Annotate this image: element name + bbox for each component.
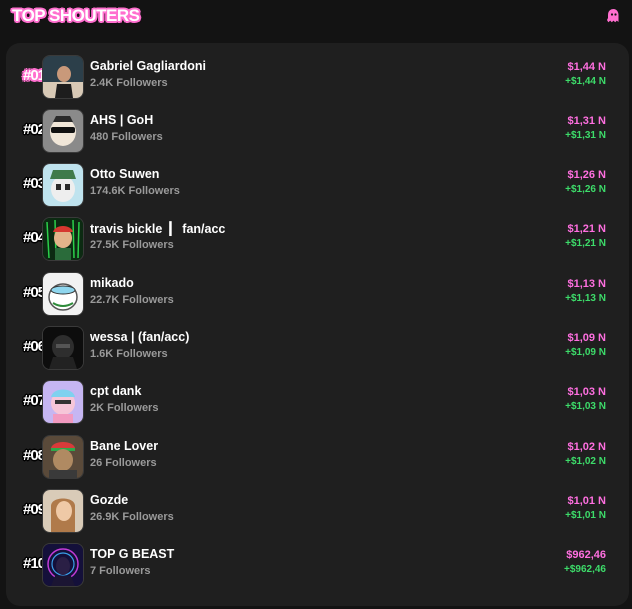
amount-value: $1,26 N [567, 169, 606, 181]
avatar[interactable] [42, 380, 84, 424]
amount-value: $1,13 N [567, 278, 606, 290]
amount-change: +$1,02 N [565, 456, 606, 467]
follower-count: 27.5K Followers [90, 239, 174, 251]
amount-change: +$1,01 N [565, 510, 606, 521]
amount-change: +$1,09 N [565, 347, 606, 358]
amount-value: $962,46 [566, 549, 606, 561]
amount-value: $1,01 N [567, 495, 606, 507]
leaderboard-row[interactable]: #05 mikado 22.7K Followers $1,13 N +$1,1… [6, 267, 629, 321]
follower-count: 2K Followers [90, 402, 159, 414]
page-title: TOP SHOUTERS [12, 6, 140, 25]
user-name[interactable]: cpt dank [90, 384, 141, 398]
user-name[interactable]: Bane Lover [90, 439, 158, 453]
header: TOP SHOUTERS [0, 0, 632, 38]
amount-value: $1,03 N [567, 386, 606, 398]
leaderboard-panel: #01 Gabriel Gagliardoni 2.4K Followers $… [6, 43, 629, 606]
avatar[interactable] [42, 163, 84, 207]
user-name[interactable]: wessa | (fan/acc) [90, 330, 189, 344]
follower-count: 2.4K Followers [90, 77, 168, 89]
follower-count: 7 Followers [90, 565, 151, 577]
leaderboard-row[interactable]: #07 cpt dank 2K Followers $1,03 N +$1,03… [6, 375, 629, 429]
amount-change: +$1,03 N [565, 401, 606, 412]
leaderboard-row[interactable]: #09 Gozde 26.9K Followers $1,01 N +$1,01… [6, 484, 629, 538]
amount-change: +$1,44 N [565, 76, 606, 87]
avatar[interactable] [42, 543, 84, 587]
avatar[interactable] [42, 326, 84, 370]
leaderboard-row[interactable]: #08 Bane Lover 26 Followers $1,02 N +$1,… [6, 430, 629, 484]
leaderboard-row[interactable]: #02 AHS | GoH 480 Followers $1,31 N +$1,… [6, 104, 629, 158]
avatar[interactable] [42, 272, 84, 316]
ghost-icon[interactable] [604, 7, 622, 25]
follower-count: 26.9K Followers [90, 511, 174, 523]
user-name[interactable]: Gabriel Gagliardoni [90, 59, 206, 73]
amount-value: $1,09 N [567, 332, 606, 344]
follower-count: 26 Followers [90, 457, 157, 469]
avatar[interactable] [42, 55, 84, 99]
user-name[interactable]: mikado [90, 276, 134, 290]
user-name[interactable]: Gozde [90, 493, 128, 507]
leaderboard-row[interactable]: #10 TOP G BEAST 7 Followers $962,46 +$96… [6, 538, 629, 592]
leaderboard-row[interactable]: #06 wessa | (fan/acc) 1.6K Followers $1,… [6, 321, 629, 375]
user-name[interactable]: TOP G BEAST [90, 547, 174, 561]
amount-value: $1,21 N [567, 223, 606, 235]
amount-change: +$1,21 N [565, 238, 606, 249]
follower-count: 22.7K Followers [90, 294, 174, 306]
avatar[interactable] [42, 109, 84, 153]
leaderboard-row[interactable]: #03 Otto Suwen 174.6K Followers $1,26 N … [6, 158, 629, 212]
amount-change: +$1,31 N [565, 130, 606, 141]
user-name[interactable]: AHS | GoH [90, 113, 153, 127]
follower-count: 1.6K Followers [90, 348, 168, 360]
avatar[interactable] [42, 489, 84, 533]
leaderboard-row[interactable]: #04 travis bickle ▎ fan/acc 27.5K Follow… [6, 212, 629, 266]
follower-count: 174.6K Followers [90, 185, 180, 197]
avatar[interactable] [42, 435, 84, 479]
leaderboard-row[interactable]: #01 Gabriel Gagliardoni 2.4K Followers $… [6, 50, 629, 104]
amount-change: +$1,13 N [565, 293, 606, 304]
user-name[interactable]: travis bickle ▎ fan/acc [90, 221, 225, 236]
amount-change: +$1,26 N [565, 184, 606, 195]
amount-value: $1,02 N [567, 441, 606, 453]
amount-value: $1,44 N [567, 61, 606, 73]
avatar[interactable] [42, 217, 84, 261]
user-name[interactable]: Otto Suwen [90, 167, 159, 181]
amount-change: +$962,46 [564, 564, 606, 575]
amount-value: $1,31 N [567, 115, 606, 127]
follower-count: 480 Followers [90, 131, 163, 143]
